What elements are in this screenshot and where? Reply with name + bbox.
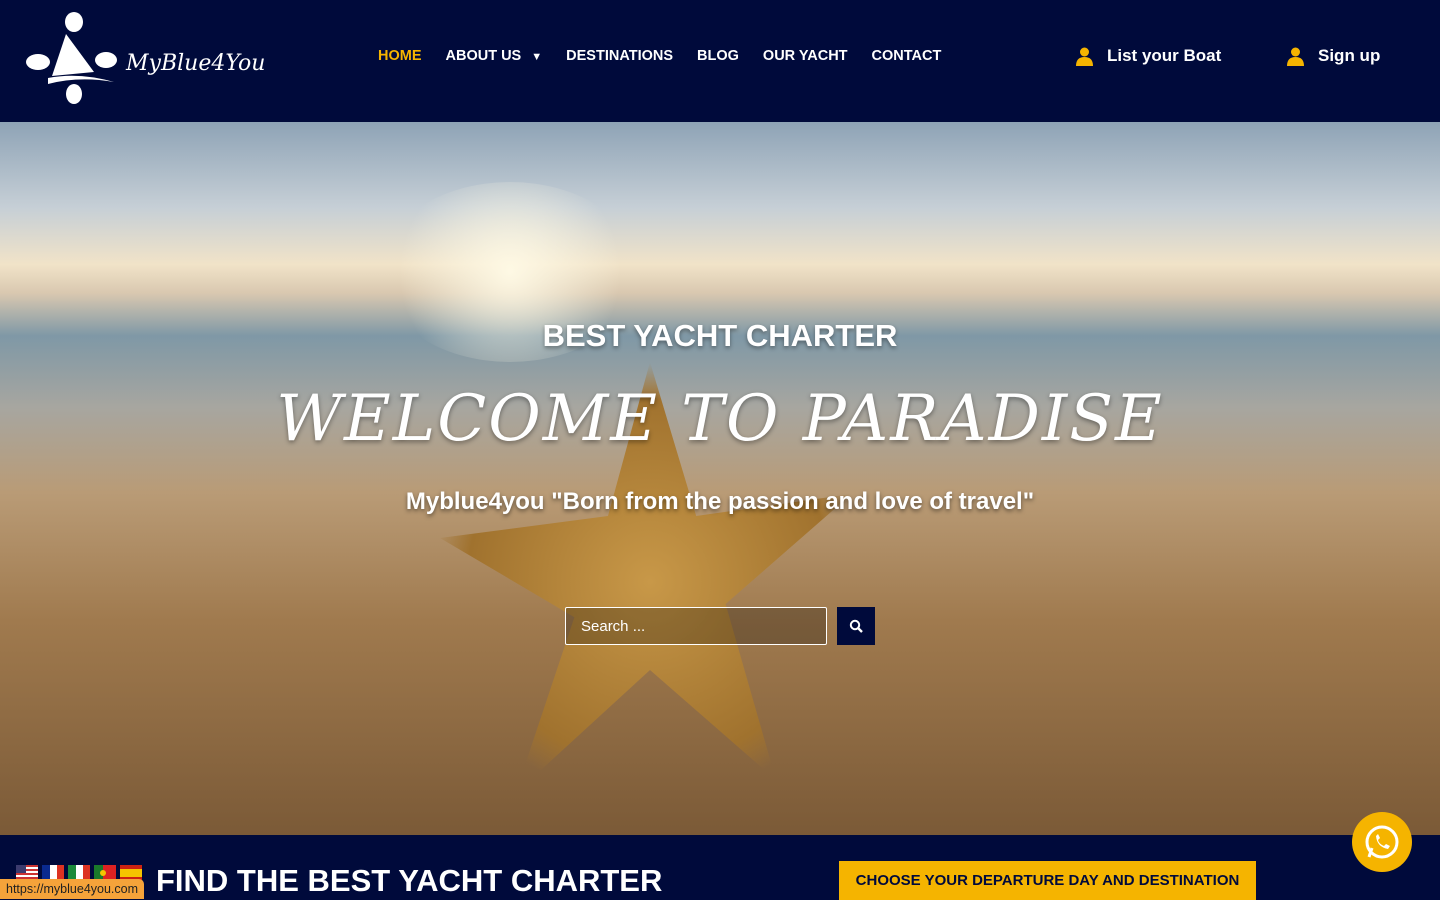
user-icon <box>1287 47 1304 66</box>
search-input[interactable] <box>565 607 827 645</box>
status-bar-url: https://myblue4you.com <box>0 879 145 899</box>
nav-contact[interactable]: CONTACT <box>872 48 942 64</box>
whatsapp-button[interactable] <box>1352 812 1412 872</box>
hero-title: WELCOME TO PARADISE <box>276 382 1164 456</box>
hero-subtitle: BEST YACHT CHARTER <box>542 318 898 353</box>
banner-heading: FIND THE BEST YACHT CHARTER <box>156 863 663 898</box>
logo-sailboat-icon <box>26 12 117 104</box>
caret-down-icon: ▼ <box>531 51 543 63</box>
search-icon <box>849 619 863 633</box>
sign-up-label: Sign up <box>1318 46 1381 65</box>
nav-home[interactable]: HOME <box>378 48 422 64</box>
hero-tagline: Myblue4you "Born from the passion and lo… <box>405 488 1035 515</box>
nav-destinations[interactable]: DESTINATIONS <box>566 48 673 64</box>
main-nav: HOME ABOUT US ▼ DESTINATIONS BLOG OUR YA… <box>378 48 941 64</box>
site-header: MyBlue4You HOME ABOUT US ▼ DESTINATIONS … <box>0 0 1440 122</box>
nav-about-us[interactable]: ABOUT US ▼ <box>446 48 543 64</box>
whatsapp-icon <box>1365 825 1399 859</box>
logo[interactable]: MyBlue4You <box>24 10 265 106</box>
sign-up-button[interactable]: Sign up <box>1287 46 1380 66</box>
hero-section: BEST YACHT CHARTER WELCOME TO PARADISE M… <box>0 122 1440 835</box>
search-button[interactable] <box>837 607 875 645</box>
choose-departure-button[interactable]: CHOOSE YOUR DEPARTURE DAY AND DESTINATIO… <box>839 861 1256 900</box>
search-banner: FIND THE BEST YACHT CHARTER CHOOSE YOUR … <box>0 835 1440 900</box>
logo-text: MyBlue4You <box>126 50 266 76</box>
list-boat-button[interactable]: List your Boat <box>1076 46 1221 66</box>
list-boat-label: List your Boat <box>1107 46 1222 65</box>
nav-blog[interactable]: BLOG <box>697 48 739 64</box>
nav-our-yacht[interactable]: OUR YACHT <box>763 48 848 64</box>
user-icon <box>1076 47 1093 66</box>
nav-about-label: ABOUT US <box>445 48 522 64</box>
